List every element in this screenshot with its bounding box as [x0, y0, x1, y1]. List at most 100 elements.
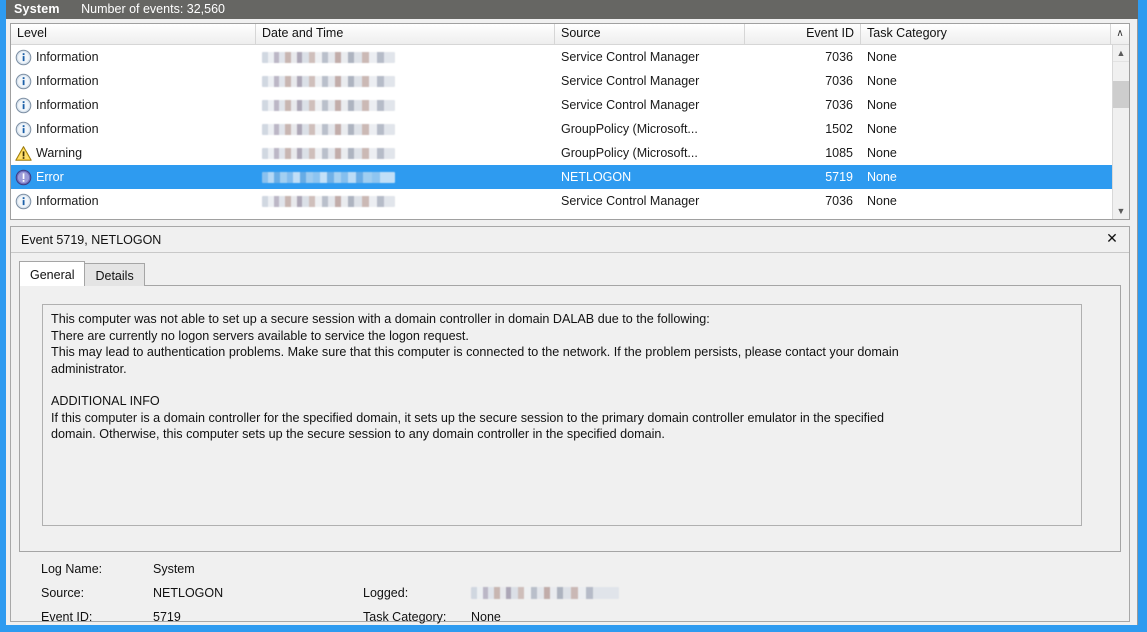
column-header-task-category[interactable]: Task Category — [861, 24, 1111, 44]
cell-event-id: 7036 — [745, 93, 861, 117]
table-row[interactable]: ErrorNETLOGON5719None — [11, 165, 1112, 189]
event-detail-titlebar: Event 5719, NETLOGON ✕ — [11, 227, 1129, 253]
scroll-down-button[interactable]: ▼ — [1113, 202, 1129, 219]
column-header-source[interactable]: Source — [555, 24, 745, 44]
table-row[interactable]: Information Service Control Manager7036No… — [11, 189, 1112, 213]
metadata-row-event-id: Event ID: 5719 Task Category: None — [41, 605, 1129, 629]
message-line-1: This computer was not able to set up a s… — [51, 311, 1073, 328]
cell-date-and-time — [256, 69, 555, 93]
window-frame: System Number of events: 32,560 Level Da… — [0, 0, 1147, 632]
redacted-timestamp — [262, 172, 395, 183]
tab-panel-general: This computer was not able to set up a s… — [19, 285, 1121, 552]
event-metadata: Log Name: System Source: NETLOGON Logged… — [11, 557, 1129, 629]
cell-task-category: None — [861, 45, 1111, 69]
event-list-rows: InformationService Control Manager7036No… — [11, 45, 1112, 219]
cell-level: Information — [11, 117, 256, 141]
event-list[interactable]: Level Date and Time Source Event ID Task… — [10, 23, 1130, 220]
cell-source: GroupPolicy (Microsoft... — [555, 141, 745, 165]
cell-task-category: None — [861, 165, 1111, 189]
tab-details[interactable]: Details — [84, 263, 144, 286]
cell-source: Service Control Manager — [555, 189, 745, 213]
cell-task-category: None — [861, 93, 1111, 117]
table-row[interactable]: Information Service Control Manager7036No… — [11, 69, 1112, 93]
event-message-box[interactable]: This computer was not able to set up a s… — [42, 304, 1082, 526]
task-category-field-value: None — [471, 610, 501, 624]
source-field-label: Source: — [41, 586, 153, 600]
close-icon[interactable]: ✕ — [1103, 230, 1121, 248]
cell-source: Service Control Manager — [555, 93, 745, 117]
cell-date-and-time — [256, 117, 555, 141]
log-name-field-label: Log Name: — [41, 562, 153, 576]
redacted-timestamp — [262, 196, 395, 207]
cell-event-id: 1502 — [745, 117, 861, 141]
cell-source: Service Control Manager — [555, 69, 745, 93]
message-additional-info-heading: ADDITIONAL INFO — [51, 393, 1073, 410]
redacted-timestamp — [262, 100, 395, 111]
cell-level: Information — [11, 69, 256, 93]
metadata-row-source: Source: NETLOGON Logged: — [41, 581, 1129, 605]
cell-task-category: None — [861, 117, 1111, 141]
event-id-field-label: Event ID: — [41, 610, 153, 624]
event-detail-title: Event 5719, NETLOGON — [11, 233, 161, 247]
message-line-4: administrator. — [51, 361, 1073, 378]
cell-source: Service Control Manager — [555, 45, 745, 69]
redacted-timestamp — [262, 148, 395, 159]
message-spacer — [51, 377, 1073, 393]
information-icon — [15, 193, 32, 210]
cell-date-and-time — [256, 141, 555, 165]
event-detail-pane: Event 5719, NETLOGON ✕ General Details T… — [10, 226, 1130, 622]
chevron-up-icon: ▲ — [1117, 48, 1126, 58]
information-icon — [15, 73, 32, 90]
message-line-6: domain. Otherwise, this computer sets up… — [51, 426, 1073, 443]
cell-source: GroupPolicy (Microsoft... — [555, 117, 745, 141]
table-row[interactable]: Information GroupPolicy (Microsoft...1502… — [11, 117, 1112, 141]
redacted-timestamp — [262, 124, 395, 135]
scroll-up-button[interactable]: ▲ — [1113, 45, 1129, 62]
log-name-field-value: System — [153, 562, 363, 576]
event-viewer-pane: System Number of events: 32,560 Level Da… — [6, 0, 1138, 625]
cell-task-category: None — [861, 69, 1111, 93]
event-count-label: Number of events: 32,560 — [81, 2, 225, 16]
cell-level-label: Information — [36, 45, 99, 69]
cell-event-id: 1085 — [745, 141, 861, 165]
error-icon — [15, 169, 32, 186]
redacted-timestamp — [262, 52, 395, 63]
column-header-level[interactable]: Level — [11, 24, 256, 44]
table-row[interactable]: InformationService Control Manager7036No… — [11, 45, 1112, 69]
cell-event-id: 5719 — [745, 165, 861, 189]
message-line-5: If this computer is a domain controller … — [51, 410, 1073, 427]
warning-icon — [15, 145, 32, 162]
cell-event-id: 7036 — [745, 69, 861, 93]
message-line-3: This may lead to authentication problems… — [51, 344, 1073, 361]
cell-level: Information — [11, 189, 256, 213]
column-header-date-and-time[interactable]: Date and Time — [256, 24, 555, 44]
cell-task-category: None — [861, 189, 1111, 213]
cell-level-label: Information — [36, 117, 99, 141]
source-field-value: NETLOGON — [153, 586, 363, 600]
column-header-event-id[interactable]: Event ID — [745, 24, 861, 44]
table-row[interactable]: Information Service Control Manager7036No… — [11, 93, 1112, 117]
logged-field-value — [471, 587, 619, 599]
log-name-label: System — [14, 2, 60, 16]
column-sort-indicator[interactable]: ∧ — [1111, 24, 1129, 44]
cell-date-and-time — [256, 93, 555, 117]
cell-event-id: 7036 — [745, 189, 861, 213]
event-list-scrollbar[interactable]: ▲ ▼ — [1112, 45, 1129, 219]
message-line-2: There are currently no logon servers ava… — [51, 328, 1073, 345]
cell-date-and-time — [256, 189, 555, 213]
information-icon — [15, 121, 32, 138]
task-category-field-label: Task Category: — [363, 610, 471, 624]
table-row[interactable]: WarningGroupPolicy (Microsoft...1085None — [11, 141, 1112, 165]
chevron-down-icon: ▼ — [1117, 206, 1126, 216]
logged-field-label: Logged: — [363, 586, 471, 600]
cell-task-category: None — [861, 141, 1111, 165]
event-id-field-value: 5719 — [153, 610, 363, 624]
scrollbar-thumb[interactable] — [1113, 81, 1129, 108]
cell-level: Information — [11, 45, 256, 69]
tab-general[interactable]: General — [19, 261, 85, 286]
information-icon — [15, 97, 32, 114]
redacted-timestamp — [262, 76, 395, 87]
cell-level-label: Information — [36, 93, 99, 117]
scrollbar-track[interactable] — [1113, 62, 1129, 202]
information-icon — [15, 49, 32, 66]
